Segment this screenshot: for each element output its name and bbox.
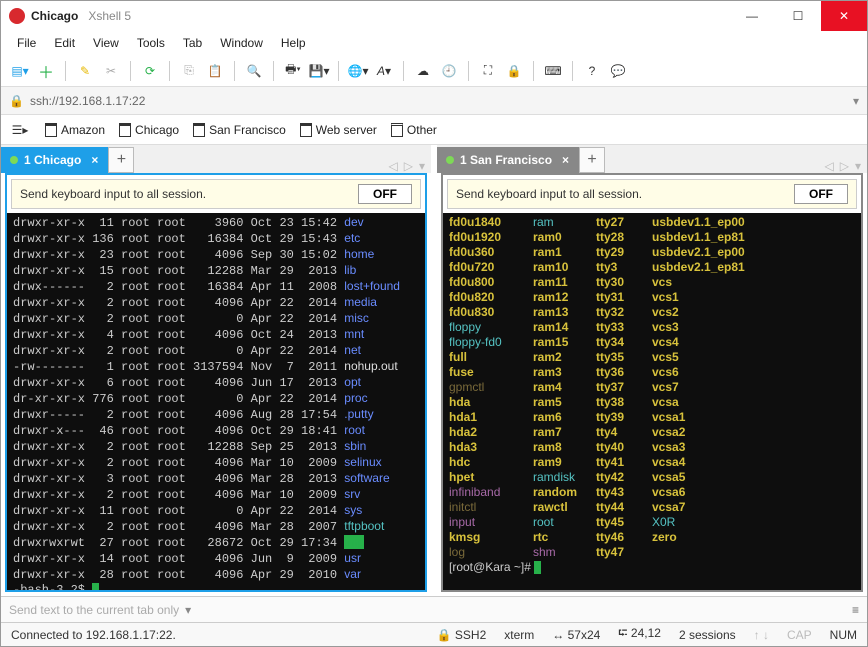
refresh-button[interactable]: ⟳ bbox=[139, 60, 161, 82]
tab-chicago[interactable]: 1 Chicago × bbox=[1, 147, 109, 173]
keyboard-button[interactable]: ⌨ bbox=[542, 60, 564, 82]
compose-menu-icon[interactable]: ≡ bbox=[852, 603, 859, 617]
new-tab-button[interactable]: + bbox=[108, 147, 134, 173]
cloud-button[interactable]: ☁ bbox=[412, 60, 434, 82]
menubar: File Edit View Tools Tab Window Help bbox=[1, 31, 867, 55]
help-button[interactable]: ? bbox=[581, 60, 603, 82]
status-cursor: ⮓ 24,12 bbox=[618, 624, 661, 645]
menu-view[interactable]: View bbox=[93, 36, 119, 50]
right-tabstrip: 1 San Francisco × + ◁ ▷ ▾ bbox=[437, 145, 867, 173]
bookmark-icon bbox=[193, 123, 205, 137]
toolbar: ▤▾ ＋ ✎ ✂ ⟳ ⎘ 📋 🔍 🖶▾ 💾▾ 🌐▾ A▾ ☁ 🕘 ⛶ 🔒 ⌨ ?… bbox=[1, 55, 867, 87]
highlight-button[interactable]: ✎ bbox=[74, 60, 96, 82]
close-button[interactable]: ✕ bbox=[821, 1, 867, 31]
chat-button[interactable]: 💬 bbox=[607, 60, 629, 82]
menu-edit[interactable]: Edit bbox=[54, 36, 75, 50]
minimize-button[interactable]: — bbox=[729, 1, 775, 31]
broadcast-toggle-button[interactable]: OFF bbox=[358, 184, 412, 204]
bookmark-icon bbox=[300, 123, 312, 137]
menu-file[interactable]: File bbox=[17, 36, 36, 50]
bookmark-amazon[interactable]: Amazon bbox=[45, 123, 105, 137]
tab-close-icon[interactable]: × bbox=[562, 153, 569, 167]
compose-placeholder: Send text to the current tab only bbox=[9, 603, 179, 617]
status-num: NUM bbox=[830, 628, 857, 642]
split-pane: 1 Chicago × + ◁ ▷ ▾ Send keyboard input to… bbox=[1, 145, 867, 596]
bookmarks-menu-button[interactable]: ☰▸ bbox=[9, 119, 31, 141]
lock-button[interactable]: 🔒 bbox=[503, 60, 525, 82]
bookmark-icon bbox=[45, 123, 57, 137]
bookmark-icon bbox=[119, 123, 131, 137]
left-pane: 1 Chicago × + ◁ ▷ ▾ Send keyboard input to… bbox=[1, 145, 431, 596]
tab-prev-icon[interactable]: ◁ bbox=[389, 159, 398, 173]
fullscreen-button[interactable]: ⛶ bbox=[477, 60, 499, 82]
status-termtype: xterm bbox=[504, 628, 534, 642]
print-button[interactable]: 🖶▾ bbox=[282, 60, 304, 82]
broadcast-banner: Send keyboard input to all session. OFF bbox=[11, 179, 421, 209]
maximize-button[interactable]: ☐ bbox=[775, 1, 821, 31]
bookmark-other[interactable]: Other bbox=[391, 123, 437, 137]
menu-window[interactable]: Window bbox=[220, 36, 263, 50]
address-bar: 🔒 ▾ bbox=[1, 87, 867, 115]
banner-text: Send keyboard input to all session. bbox=[456, 187, 642, 201]
lock-icon: 🔒 bbox=[9, 94, 24, 108]
status-bar: Connected to 192.168.1.17:22. 🔒 SSH2 xte… bbox=[1, 622, 867, 646]
menu-tools[interactable]: Tools bbox=[137, 36, 165, 50]
left-terminal[interactable]: drwxr-xr-x 11 root root 3960 Oct 23 15:4… bbox=[7, 213, 425, 590]
right-pane: 1 San Francisco × + ◁ ▷ ▾ Send keyboard in… bbox=[437, 145, 867, 596]
globe-button[interactable]: 🌐▾ bbox=[347, 60, 369, 82]
app-name: Xshell 5 bbox=[88, 9, 131, 23]
tab-menu-icon[interactable]: ▾ bbox=[855, 159, 861, 173]
tab-label: 1 Chicago bbox=[24, 153, 81, 167]
tab-close-icon[interactable]: × bbox=[91, 153, 98, 167]
status-size: ↔ 57x24 bbox=[552, 628, 600, 642]
tab-prev-icon[interactable]: ◁ bbox=[825, 159, 834, 173]
bookmark-san-francisco[interactable]: San Francisco bbox=[193, 123, 286, 137]
status-connection: Connected to 192.168.1.17:22. bbox=[11, 628, 176, 642]
window-title: Chicago bbox=[31, 9, 78, 23]
add-button[interactable]: ＋ bbox=[35, 60, 57, 82]
status-sessions: 2 sessions bbox=[679, 628, 736, 642]
bookmark-chicago[interactable]: Chicago bbox=[119, 123, 179, 137]
font-button[interactable]: A▾ bbox=[373, 60, 395, 82]
menu-tab[interactable]: Tab bbox=[183, 36, 202, 50]
tab-next-icon[interactable]: ▷ bbox=[840, 159, 849, 173]
status-arrows: ↑ ↓ bbox=[754, 628, 769, 642]
cut-button[interactable]: ✂ bbox=[100, 60, 122, 82]
status-dot-icon bbox=[10, 156, 18, 164]
bookmark-icon bbox=[391, 123, 403, 137]
tab-sanfrancisco[interactable]: 1 San Francisco × bbox=[437, 147, 580, 173]
right-terminal[interactable]: fd0u1840fd0u1920fd0u360fd0u720fd0u800fd0… bbox=[443, 213, 861, 590]
compose-dropdown-icon[interactable]: ▾ bbox=[185, 603, 191, 617]
bookmarks-bar: ☰▸ Amazon Chicago San Francisco Web server O… bbox=[1, 115, 867, 145]
banner-text: Send keyboard input to all session. bbox=[20, 187, 206, 201]
status-cap: CAP bbox=[787, 628, 812, 642]
tab-menu-icon[interactable]: ▾ bbox=[419, 159, 425, 173]
status-ssh: 🔒 SSH2 bbox=[437, 628, 487, 642]
tab-next-icon[interactable]: ▷ bbox=[404, 159, 413, 173]
address-input[interactable] bbox=[30, 94, 853, 108]
paste-button[interactable]: 📋 bbox=[204, 60, 226, 82]
bookmark-web-server[interactable]: Web server bbox=[300, 123, 377, 137]
left-tabstrip: 1 Chicago × + ◁ ▷ ▾ bbox=[1, 145, 431, 173]
address-dropdown-icon[interactable]: ▾ bbox=[853, 94, 859, 108]
broadcast-banner: Send keyboard input to all session. OFF bbox=[447, 179, 857, 209]
new-tab-button[interactable]: + bbox=[579, 147, 605, 173]
copy-button[interactable]: ⎘ bbox=[178, 60, 200, 82]
status-dot-icon bbox=[446, 156, 454, 164]
menu-help[interactable]: Help bbox=[281, 36, 306, 50]
app-icon bbox=[9, 8, 25, 24]
compose-bar[interactable]: Send text to the current tab only ▾ ≡ bbox=[1, 596, 867, 622]
titlebar: Chicago Xshell 5 — ☐ ✕ bbox=[1, 1, 867, 31]
search-button[interactable]: 🔍 bbox=[243, 60, 265, 82]
history-button[interactable]: 🕘 bbox=[438, 60, 460, 82]
save-button[interactable]: 💾▾ bbox=[308, 60, 330, 82]
broadcast-toggle-button[interactable]: OFF bbox=[794, 184, 848, 204]
new-session-button[interactable]: ▤▾ bbox=[9, 60, 31, 82]
tab-label: 1 San Francisco bbox=[460, 153, 552, 167]
